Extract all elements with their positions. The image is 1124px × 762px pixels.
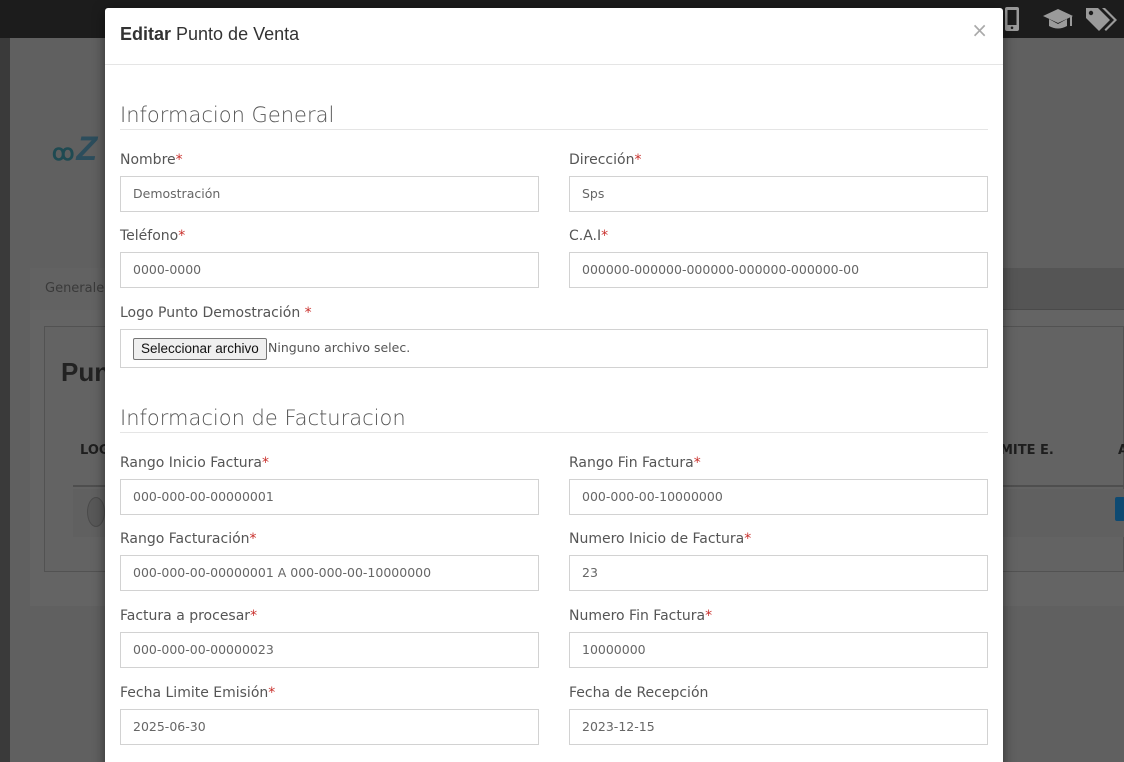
rango-facturacion-label: Rango Facturación* [120, 531, 257, 547]
cai-label: C.A.I* [569, 228, 609, 244]
factura-procesar-field[interactable]: 000-000-00-00000023 [120, 632, 539, 668]
cai-field[interactable]: 000000-000000-000000-000000-000000-00 [569, 252, 988, 288]
direccion-label: Dirección* [569, 152, 642, 168]
nombre-field[interactable]: Demostración [120, 176, 539, 212]
table-header-limite: MITE E. [1000, 443, 1054, 458]
telefono-field[interactable]: 0000-0000 [120, 252, 539, 288]
graduation-cap-icon[interactable] [1042, 6, 1074, 39]
numero-fin-field[interactable]: 10000000 [569, 632, 988, 668]
mobile-icon[interactable] [1003, 6, 1021, 39]
modal-header: Editar Punto de Venta × [105, 8, 1003, 65]
logo-label: Logo Punto Demostración * [120, 305, 312, 321]
rango-inicio-label: Rango Inicio Factura* [120, 455, 270, 471]
fecha-limite-label: Fecha Limite Emisión* [120, 685, 276, 701]
factura-procesar-label: Factura a procesar* [120, 608, 258, 624]
telefono-label: Teléfono* [120, 228, 186, 244]
fecha-recepcion-field[interactable]: 2023-12-15 [569, 709, 988, 745]
logo-file-input[interactable]: Seleccionar archivo Ninguno archivo sele… [120, 329, 988, 368]
modal-title: Editar Punto de Venta [120, 24, 300, 44]
file-status-text: Ninguno archivo selec. [268, 340, 411, 355]
tags-icon[interactable] [1084, 6, 1118, 39]
numero-inicio-label: Numero Inicio de Factura* [569, 531, 752, 547]
section-general-heading: Informacion General [120, 103, 988, 130]
nombre-label: Nombre* [120, 152, 183, 168]
tab-generales[interactable]: Generales [30, 268, 111, 310]
fecha-recepcion-label: Fecha de Recepción [569, 685, 709, 701]
avatar [87, 497, 105, 527]
select-file-button[interactable]: Seleccionar archivo [133, 338, 267, 360]
table-header-acciones: A [1118, 443, 1124, 458]
numero-fin-label: Numero Fin Factura* [569, 608, 713, 624]
logo-rings-icon: ꝏ [52, 140, 75, 165]
rango-inicio-field[interactable]: 000-000-00-00000001 [120, 479, 539, 515]
app-logo: ꝏZ [52, 130, 98, 168]
edit-point-of-sale-modal: Editar Punto de Venta × Informacion Gene… [105, 8, 1003, 762]
numero-inicio-field[interactable]: 23 [569, 555, 988, 591]
rango-facturacion-field[interactable]: 000-000-00-00000001 A 000-000-00-1000000… [120, 555, 539, 591]
section-billing-heading: Informacion de Facturacion [120, 406, 988, 433]
close-icon[interactable]: × [971, 20, 988, 40]
rango-fin-label: Rango Fin Factura* [569, 455, 701, 471]
direccion-field[interactable]: Sps [569, 176, 988, 212]
rango-fin-field[interactable]: 000-000-00-10000000 [569, 479, 988, 515]
fecha-limite-field[interactable]: 2025-06-30 [120, 709, 539, 745]
edit-button[interactable] [1115, 497, 1124, 521]
